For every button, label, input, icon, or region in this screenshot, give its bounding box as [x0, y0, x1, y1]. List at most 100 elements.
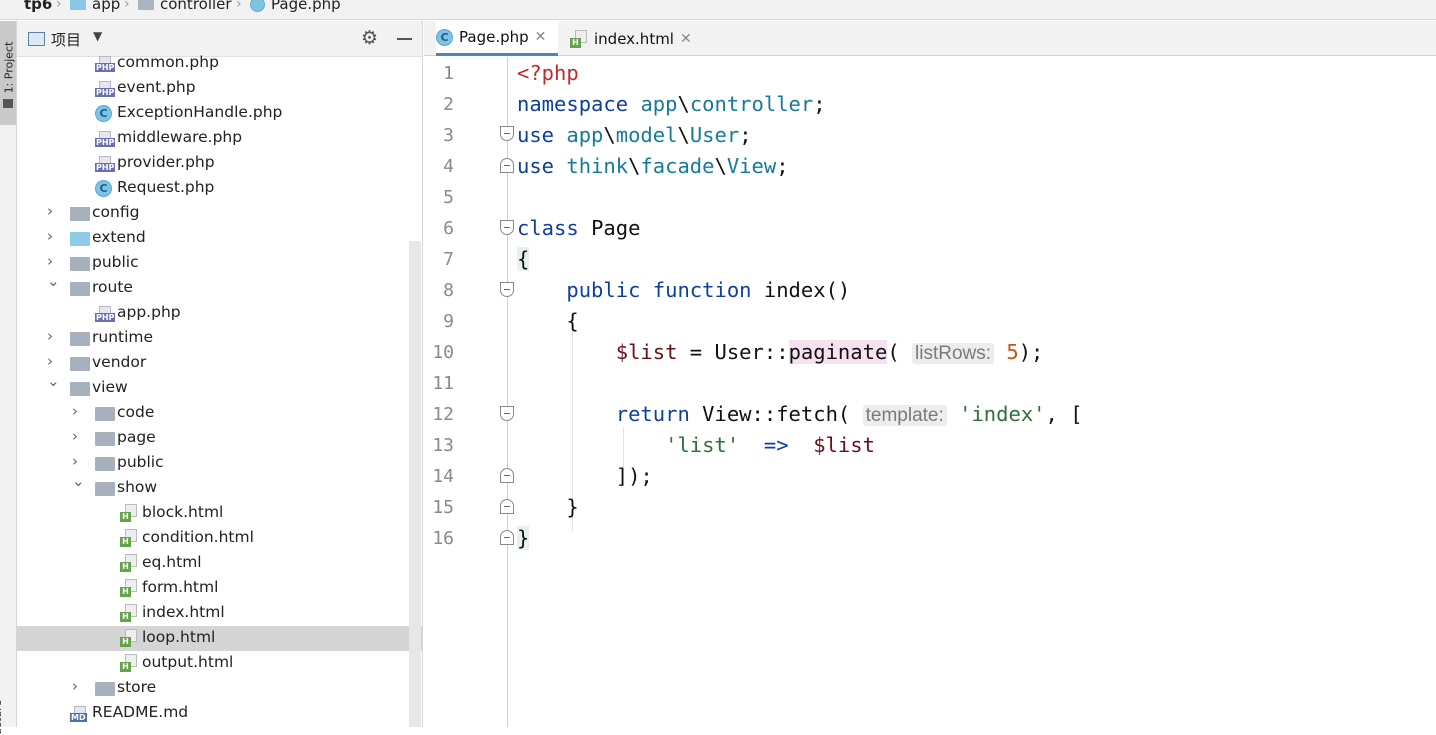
html-file-icon: H [120, 629, 138, 647]
tree-item[interactable]: ⌄ show [17, 474, 422, 501]
folder-icon [70, 282, 90, 296]
tree-item[interactable]: › store [17, 676, 422, 701]
chevron-right-icon[interactable]: › [72, 679, 84, 694]
project-tool-button[interactable]: 1: Project [0, 21, 16, 125]
operator: = [677, 340, 715, 364]
tab-page-php[interactable]: C Page.php ✕ [436, 21, 558, 56]
tree-item[interactable]: › config [17, 201, 422, 226]
keyword: use [517, 154, 555, 178]
html-file-icon: H [120, 604, 138, 622]
code-line-13: 'list' => $list [517, 433, 875, 457]
chevron-down-icon[interactable]: ⌄ [47, 374, 60, 389]
tree-item[interactable]: › page [17, 426, 422, 451]
chevron-right-icon[interactable]: › [72, 454, 84, 469]
tree-item[interactable]: ⌄ route [17, 274, 422, 301]
tree-item[interactable]: › code [17, 401, 422, 426]
tree-item-label: store [117, 678, 157, 696]
fold-marker-icon[interactable] [500, 220, 514, 235]
breadcrumb: tp6 › app › controller › Page.php [0, 0, 1436, 20]
tree-item[interactable]: › runtime [17, 326, 422, 351]
brace: } [566, 495, 579, 519]
tree-item-label: form.html [142, 578, 219, 596]
code-line-10: $list = User::paginate( listRows: 5); [517, 340, 1043, 365]
tree-item[interactable]: Houtput.html [17, 651, 422, 676]
keyword: use [517, 123, 555, 147]
php-file-icon: PHP [95, 81, 116, 97]
tree-item-label: index.html [142, 603, 225, 621]
tree-item[interactable]: C ExceptionHandle.php [17, 101, 422, 126]
code-line-1: <?php [517, 61, 579, 85]
namespace-part: facade [640, 154, 715, 178]
folder-icon [70, 0, 86, 10]
tree-item[interactable]: PHP event.php [17, 76, 422, 101]
tree-item[interactable]: PHP common.php [17, 51, 422, 76]
code-line-9: { [517, 309, 578, 333]
class-file-icon: C [95, 180, 112, 197]
tree-item[interactable]: PHP middleware.php [17, 126, 422, 151]
folder-icon [95, 407, 115, 421]
chevron-down-icon[interactable]: ▼ [93, 29, 102, 43]
code-line-15: } [517, 495, 579, 519]
tree-item[interactable]: C Request.php [17, 176, 422, 201]
chevron-right-icon[interactable]: › [47, 329, 59, 344]
tree-item[interactable]: PHP app.php [17, 301, 422, 326]
line-number: 8 [443, 280, 454, 301]
line-number: 12 [432, 404, 454, 425]
namespace-part: app [640, 92, 678, 116]
fold-marker-icon[interactable] [500, 158, 514, 173]
brace: } [517, 526, 530, 550]
fold-marker-icon[interactable] [500, 126, 514, 141]
tree-item-label: vendor [92, 353, 147, 371]
tree-item[interactable]: MD README.md [17, 701, 422, 726]
editor-tab-bar: C Page.php ✕ H index.html ✕ [424, 21, 1436, 56]
tree-item[interactable]: Hcondition.html [17, 526, 422, 551]
code-editor[interactable]: 1 2 3 4 5 6 7 8 9 10 11 12 13 14 15 16 <?php namespace … [424, 57, 1436, 727]
tree-item[interactable]: Heq.html [17, 551, 422, 576]
folder-icon [3, 99, 13, 108]
class-ref: View [702, 402, 752, 426]
tree-item[interactable]: › extend [17, 226, 422, 251]
tree-item[interactable]: Hindex.html [17, 601, 422, 626]
tree-item[interactable]: Hform.html [17, 576, 422, 601]
tab-index-html[interactable]: H index.html ✕ [570, 21, 696, 56]
variable: $list [615, 340, 678, 364]
namespace-part: app [566, 123, 604, 147]
chevron-right-icon[interactable]: › [47, 229, 59, 244]
chevron-right-icon[interactable]: › [47, 204, 59, 219]
tree-item[interactable]: Hblock.html [17, 501, 422, 526]
chevron-right-icon[interactable]: › [47, 354, 59, 369]
line-number: 14 [432, 466, 454, 487]
tree-scrollbar[interactable] [409, 241, 421, 727]
breadcrumb-item-app[interactable]: app [70, 0, 120, 13]
fold-marker-icon[interactable] [500, 468, 514, 483]
tree-item-label: provider.php [117, 153, 215, 171]
breadcrumb-item-root[interactable]: tp6 [24, 0, 52, 13]
chevron-right-icon[interactable]: › [72, 404, 84, 419]
tree-item[interactable]: Hloop.html [17, 626, 422, 651]
chevron-down-icon[interactable]: ⌄ [47, 274, 60, 289]
fold-marker-icon[interactable] [500, 282, 514, 297]
minimize-icon[interactable] [397, 38, 412, 40]
tree-item-label: block.html [142, 503, 224, 521]
breadcrumb-item-file[interactable]: Page.php [250, 0, 341, 13]
chevron-right-icon[interactable]: › [47, 254, 59, 269]
tree-item-label: extend [92, 228, 146, 246]
tree-item[interactable]: › public [17, 251, 422, 276]
folder-icon [95, 432, 115, 446]
structure-tool-button[interactable]: ucture [0, 700, 4, 735]
chevron-right-icon[interactable]: › [72, 429, 84, 444]
fold-marker-icon[interactable] [500, 406, 514, 421]
tree-item[interactable]: › vendor [17, 351, 422, 376]
fold-marker-icon[interactable] [500, 530, 514, 545]
gear-icon[interactable]: ⚙ [361, 27, 378, 49]
close-icon[interactable]: ✕ [680, 31, 692, 47]
breadcrumb-item-controller[interactable]: controller [138, 0, 232, 13]
fold-marker-icon[interactable] [500, 499, 514, 514]
tree-item-label: runtime [92, 328, 154, 346]
tree-item[interactable]: PHP provider.php [17, 151, 422, 176]
tree-item[interactable]: ⌄ view [17, 374, 422, 401]
folder-blue-icon [70, 232, 90, 246]
editor-gutter: 1 2 3 4 5 6 7 8 9 10 11 12 13 14 15 16 [424, 57, 508, 727]
chevron-down-icon[interactable]: ⌄ [72, 474, 85, 489]
close-icon[interactable]: ✕ [535, 29, 547, 45]
